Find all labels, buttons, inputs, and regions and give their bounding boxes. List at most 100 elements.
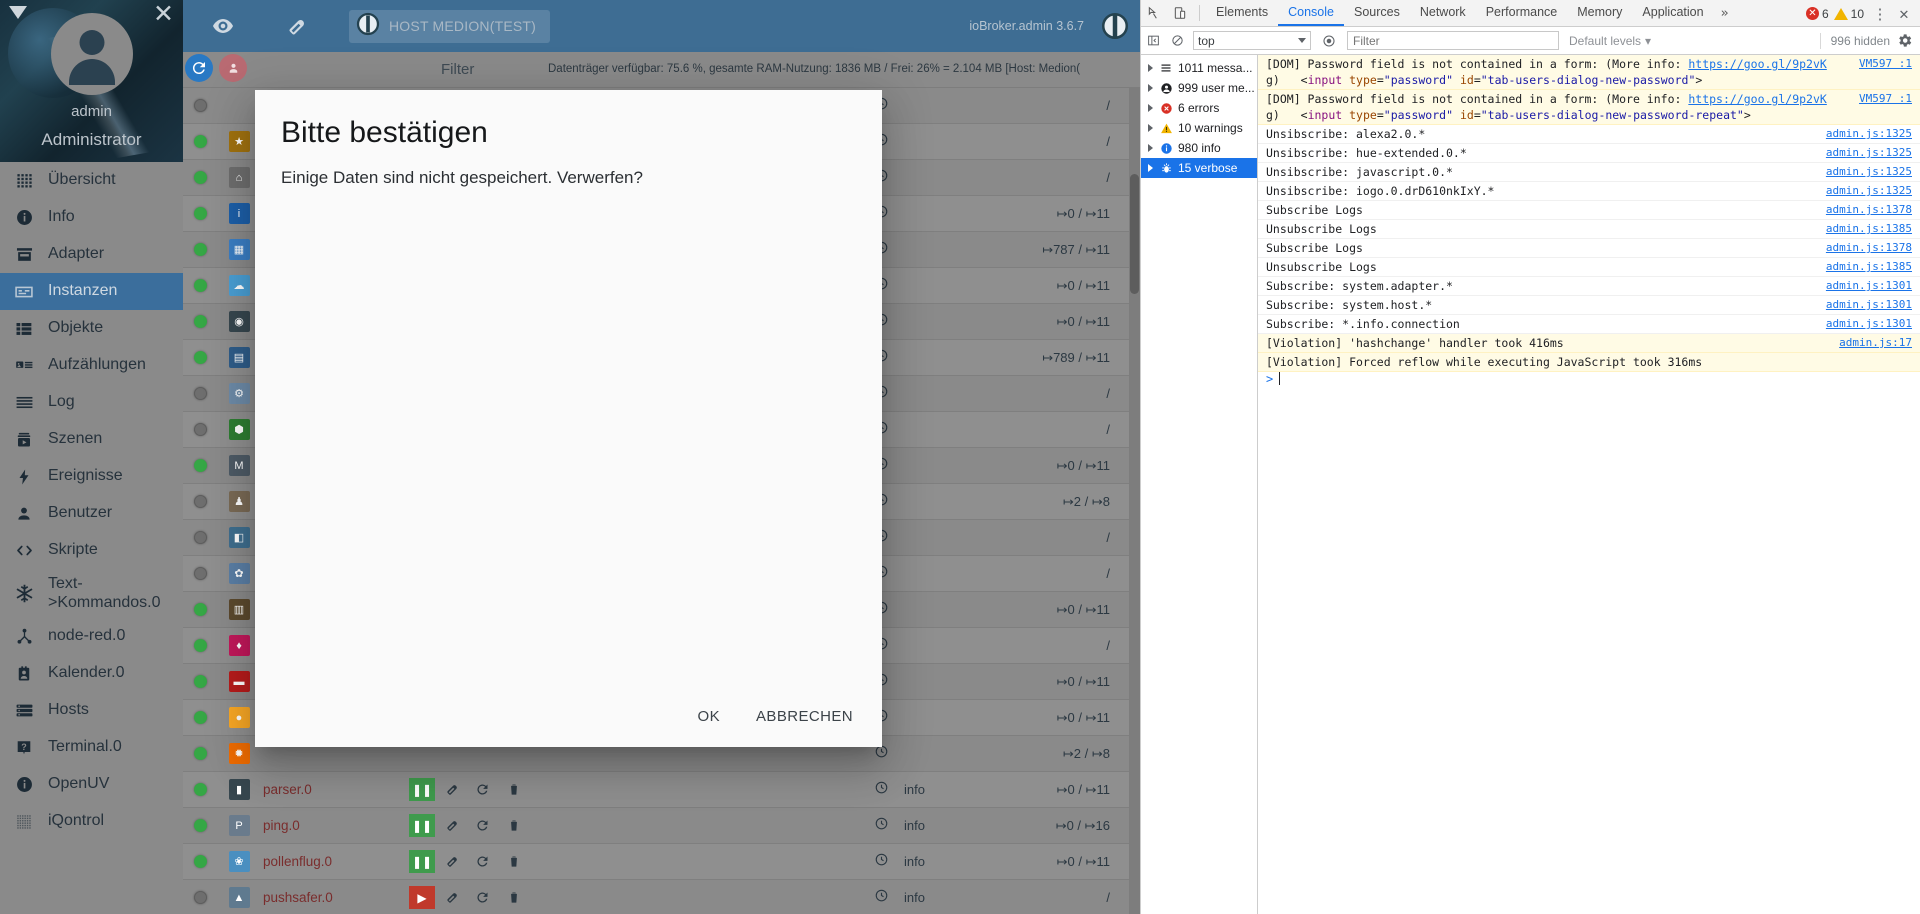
restart-icon[interactable] (470, 778, 496, 801)
expand-arrow-icon[interactable] (1143, 104, 1157, 112)
console-prompt[interactable]: > (1258, 372, 1920, 390)
console-sidebar-item[interactable]: 10 warnings (1141, 118, 1257, 138)
delete-icon[interactable] (501, 778, 527, 801)
clock-icon[interactable] (874, 888, 889, 908)
console-message[interactable]: [DOM] Password field is not contained in… (1258, 55, 1920, 90)
console-message-source[interactable]: admin.js:1301 (1820, 315, 1920, 332)
delete-icon[interactable] (501, 886, 527, 909)
expand-arrow-icon[interactable] (1143, 124, 1157, 132)
execution-context-select[interactable]: top (1193, 31, 1311, 50)
cancel-button[interactable]: ABBRECHEN (741, 699, 868, 734)
clock-icon[interactable] (874, 816, 889, 836)
console-message-source[interactable]: admin.js:1385 (1820, 220, 1920, 237)
close-icon[interactable]: ✕ (1894, 0, 1914, 27)
tab-network[interactable]: Network (1410, 0, 1476, 26)
sidebar-item-log[interactable]: Log (0, 384, 183, 421)
console-sidebar-item[interactable]: 6 errors (1141, 98, 1257, 118)
console-message-source[interactable]: admin.js:1385 (1820, 258, 1920, 275)
settings-wrench-icon[interactable] (439, 850, 465, 873)
console-message[interactable]: Unsubscribe Logs admin.js:1385 (1258, 258, 1920, 277)
console-message[interactable]: Unsibscribe: alexa2.0.* admin.js:1325 (1258, 125, 1920, 144)
sidebar-item-instanzen[interactable]: Instanzen (0, 273, 183, 310)
warning-counter[interactable]: 10 (1833, 7, 1864, 21)
pause-button[interactable]: ❚❚ (409, 778, 435, 801)
table-row[interactable]: ▮ parser.0 ❚❚ info ↦0 / ↦11 (183, 772, 1140, 808)
chevrons-right-icon[interactable]: » (1714, 0, 1736, 26)
console-message-source[interactable]: admin.js:1301 (1820, 296, 1920, 313)
device-toggle-icon[interactable] (1167, 0, 1193, 26)
sidebar-item-adapter[interactable]: Adapter (0, 236, 183, 273)
tab-performance[interactable]: Performance (1476, 0, 1568, 26)
console-message-source[interactable]: admin.js:1325 (1820, 144, 1920, 161)
sidebar-item-aufz-hlungen[interactable]: Aufzählungen (0, 347, 183, 384)
power-logo-icon[interactable] (1100, 11, 1130, 41)
console-message-source[interactable]: admin.js:1301 (1820, 277, 1920, 294)
console-message[interactable]: Subscribe: *.info.connection admin.js:130… (1258, 315, 1920, 334)
filter-input[interactable]: Filter (441, 61, 474, 78)
delete-icon[interactable] (501, 814, 527, 837)
console-sidebar-item[interactable]: 1011 messa... (1141, 58, 1257, 78)
console-message[interactable]: Unsibscribe: iogo.0.drD610nkIxY.* admin.j… (1258, 182, 1920, 201)
sidebar-item-terminal-0[interactable]: ? Terminal.0 (0, 729, 183, 766)
error-counter[interactable]: ✕ 6 (1805, 7, 1829, 21)
console-message-source[interactable]: admin.js:1378 (1820, 201, 1920, 218)
sidebar-item-objekte[interactable]: Objekte (0, 310, 183, 347)
console-sidebar-item[interactable]: 999 user me... (1141, 78, 1257, 98)
console-message-source[interactable]: admin.js:1325 (1820, 125, 1920, 142)
pause-button[interactable]: ❚❚ (409, 850, 435, 873)
console-message[interactable]: Subscribe Logs admin.js:1378 (1258, 239, 1920, 258)
sidebar-item-openuv[interactable]: OpenUV (0, 766, 183, 803)
sidebar-item-bersicht[interactable]: Übersicht (0, 162, 183, 199)
restart-icon[interactable] (470, 850, 496, 873)
console-message[interactable]: Subscribe: system.adapter.* admin.js:1301 (1258, 277, 1920, 296)
wrench-icon[interactable] (284, 13, 310, 39)
caret-down-icon[interactable] (9, 6, 27, 19)
ok-button[interactable]: OK (683, 699, 735, 734)
log-levels-select[interactable]: Default levels ▾ (1569, 34, 1651, 48)
host-selector-chip[interactable]: HOST MEDION(TEST) (349, 9, 551, 43)
console-message-source[interactable]: VM597 :1 (1853, 55, 1920, 72)
console-message[interactable]: [Violation] Forced reflow while executin… (1258, 353, 1920, 372)
console-message-source[interactable] (1906, 353, 1920, 354)
table-row[interactable]: ▲ pushsafer.0 ▶ info / (183, 880, 1140, 914)
sidebar-item-benutzer[interactable]: Benutzer (0, 495, 183, 532)
sidebar-item-szenen[interactable]: Szenen (0, 421, 183, 458)
settings-wrench-icon[interactable] (439, 778, 465, 801)
console-message[interactable]: Subscribe: system.host.* admin.js:1301 (1258, 296, 1920, 315)
expand-arrow-icon[interactable] (1143, 144, 1157, 152)
restart-icon[interactable] (470, 814, 496, 837)
console-message-source[interactable]: admin.js:1325 (1820, 163, 1920, 180)
refresh-icon[interactable] (185, 54, 213, 82)
scrollbar-thumb[interactable] (1130, 174, 1139, 294)
sidebar-item-hosts[interactable]: Hosts (0, 692, 183, 729)
sidebar-item-info[interactable]: Info (0, 199, 183, 236)
console-message[interactable]: [DOM] Password field is not contained in… (1258, 90, 1920, 125)
play-button[interactable]: ▶ (409, 886, 435, 909)
restart-icon[interactable] (470, 886, 496, 909)
console-sidebar-item[interactable]: 15 verbose (1141, 158, 1257, 178)
eye-icon[interactable] (210, 13, 236, 39)
console-message-source[interactable]: admin.js:17 (1833, 334, 1920, 351)
sidebar-toggle-icon[interactable] (1141, 34, 1165, 47)
console-message-source[interactable]: VM597 :1 (1853, 90, 1920, 107)
console-message[interactable]: [Violation] 'hashchange' handler took 41… (1258, 334, 1920, 353)
eye-live-expression-icon[interactable] (1317, 34, 1341, 48)
console-sidebar-item[interactable]: 980 info (1141, 138, 1257, 158)
console-message[interactable]: Unsubscribe Logs admin.js:1385 (1258, 220, 1920, 239)
clock-icon[interactable] (874, 852, 889, 872)
tab-elements[interactable]: Elements (1206, 0, 1278, 26)
tab-application[interactable]: Application (1632, 0, 1713, 26)
console-filter-input[interactable] (1347, 31, 1559, 50)
console-message[interactable]: Unsibscribe: javascript.0.* admin.js:1325 (1258, 163, 1920, 182)
issue-counters[interactable]: ✕ 6 10 (1805, 0, 1864, 27)
console-message[interactable]: Subscribe Logs admin.js:1378 (1258, 201, 1920, 220)
main-vertical-scrollbar[interactable] (1129, 88, 1140, 914)
sidebar-item-text-kommandos-0[interactable]: Text- >Kommandos.0 (0, 569, 183, 618)
kebab-menu-icon[interactable]: ⋮ (1870, 0, 1890, 27)
pause-button[interactable]: ❚❚ (409, 814, 435, 837)
tab-memory[interactable]: Memory (1567, 0, 1632, 26)
table-row[interactable]: ❀ pollenflug.0 ❚❚ info ↦0 / ↦11 (183, 844, 1140, 880)
expand-arrow-icon[interactable] (1143, 64, 1157, 72)
expand-arrow-icon[interactable] (1143, 164, 1157, 172)
settings-wrench-icon[interactable] (439, 814, 465, 837)
